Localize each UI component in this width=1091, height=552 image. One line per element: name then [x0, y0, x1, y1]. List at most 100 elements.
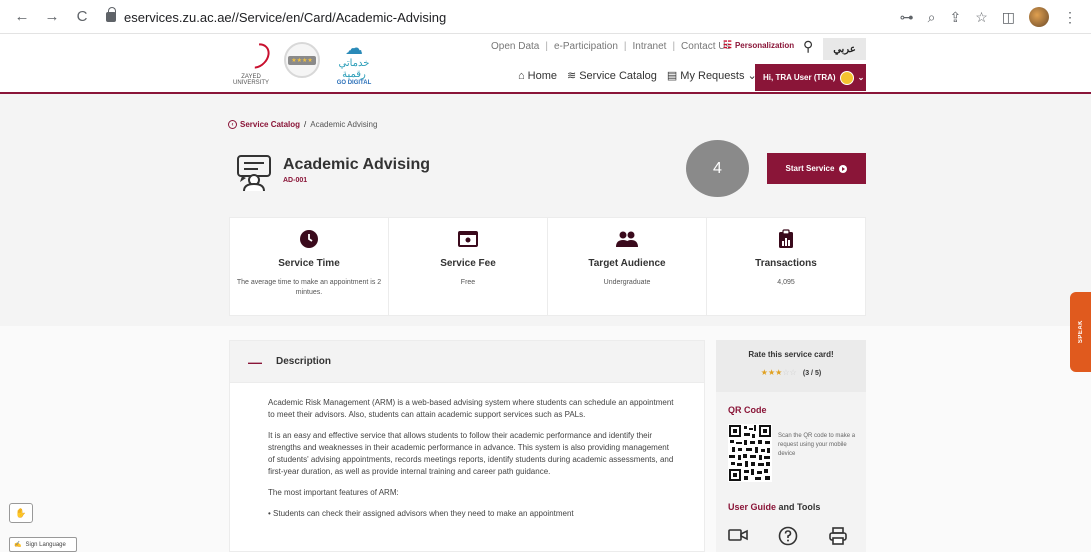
stat-service-fee: Service Fee Free	[389, 218, 548, 315]
print-icon[interactable]	[828, 526, 848, 546]
guide-title: User Guide and Tools	[728, 502, 820, 512]
link-e-participation[interactable]: e-Participation	[554, 41, 618, 52]
guide-tools	[728, 526, 848, 546]
service-sidebar: Rate this service card! ★★★☆☆ (3 / 5) QR…	[716, 340, 866, 552]
link-intranet[interactable]: Intranet	[633, 41, 667, 52]
clock-icon	[230, 228, 388, 250]
start-service-button[interactable]: Start Service	[767, 153, 866, 184]
stat-service-time: Service Time The average time to make an…	[230, 218, 389, 315]
separator: |	[623, 41, 627, 52]
video-icon[interactable]	[728, 526, 748, 544]
start-service-label: Start Service	[785, 164, 835, 173]
go-digital-english: GO DIGITAL	[336, 80, 372, 86]
separator: |	[672, 41, 676, 52]
profile-avatar[interactable]	[1029, 7, 1049, 27]
description-body: Academic Risk Management (ARM) is a web-…	[230, 383, 704, 520]
top-links: Open Data | e-Participation | Intranet |…	[491, 41, 731, 52]
stars-icon: ★★★★	[288, 55, 316, 65]
description-heading: Description	[276, 356, 332, 367]
home-icon: ⌂	[518, 69, 525, 82]
nav-my-requests[interactable]: ▤ My Requests ⌄	[666, 69, 757, 83]
back-icon[interactable]: ←	[14, 8, 30, 25]
accessibility-logo-icon[interactable]: ✋	[9, 503, 33, 523]
sign-language-button[interactable]: ✍ Sign Language	[9, 537, 77, 552]
zu-logo[interactable]: ZAYED UNIVERSITY	[228, 38, 275, 88]
page-title: Academic Advising	[283, 156, 431, 173]
breadcrumb-service-catalog[interactable]: ‹ Service Catalog	[228, 120, 300, 129]
go-digital-arabic: خدماتي رقمية	[338, 58, 370, 80]
arrow-left-icon: ‹	[228, 120, 237, 129]
star-empty-icon[interactable]: ☆	[789, 368, 796, 377]
reload-icon[interactable]: C	[74, 8, 90, 25]
language-toggle-button[interactable]: عربي	[823, 38, 866, 60]
description-header[interactable]: — Description	[230, 341, 704, 383]
breadcrumb: ‹ Service Catalog / Academic Advising	[228, 120, 377, 129]
rating-title: Rate this service card!	[748, 350, 834, 359]
clipboard-chart-icon	[707, 228, 865, 250]
breadcrumb-back-label: Service Catalog	[240, 120, 301, 129]
link-open-data[interactable]: Open Data	[491, 41, 539, 52]
hand-icon: ✍	[14, 542, 22, 548]
key-icon[interactable]: ⊶	[900, 9, 914, 26]
stat-transactions: Transactions 4,095	[707, 218, 865, 315]
star-filled-icon[interactable]: ★	[761, 368, 768, 377]
collapse-icon[interactable]: —	[248, 354, 262, 370]
stars-rating-logo: ★★★★	[284, 42, 320, 78]
zoom-icon[interactable]: ⌕	[928, 9, 936, 26]
sidepanel-icon[interactable]: ◫	[1002, 9, 1015, 26]
guide-title-b: and Tools	[778, 502, 821, 512]
nav-home[interactable]: ⌂ Home	[518, 70, 557, 82]
stat-target-audience: Target Audience Undergraduate	[548, 218, 707, 315]
search-icon[interactable]: ⚲	[803, 38, 813, 55]
qr-code-image	[728, 424, 772, 482]
user-avatar-icon	[839, 70, 854, 85]
breadcrumb-separator: /	[304, 120, 307, 129]
rating-stars[interactable]: ★★★☆☆ (3 / 5)	[716, 368, 866, 377]
help-icon[interactable]	[778, 526, 798, 546]
stat-label: Service Fee	[440, 258, 496, 269]
guide-title-a: User Guide	[728, 502, 777, 512]
stat-label: Service Time	[278, 258, 340, 269]
speak-label: SPEAK	[1077, 320, 1084, 344]
separator: |	[545, 41, 548, 52]
money-icon	[389, 228, 547, 250]
step-badge: 4	[686, 140, 749, 197]
url-text: eservices.zu.ac.ae//Service/en/Card/Acad…	[124, 9, 447, 25]
zu-logo-mark	[239, 38, 275, 74]
sign-language-label: Sign Language	[25, 541, 66, 548]
forward-icon[interactable]: →	[44, 8, 60, 25]
stat-value: The average time to make an appointment …	[236, 279, 382, 296]
star-icon[interactable]: ☆	[975, 9, 988, 26]
share-icon[interactable]: ⇪	[949, 9, 961, 26]
breadcrumb-current: Academic Advising	[310, 120, 378, 129]
stat-label: Transactions	[755, 258, 817, 269]
chevron-down-icon: ⌄	[857, 73, 865, 82]
browser-nav: ← → C	[14, 8, 90, 25]
stat-value: 4,095	[777, 279, 795, 286]
users-icon	[548, 228, 706, 250]
personalization-button[interactable]: ☷ Personalization	[723, 40, 794, 51]
nav-my-requests-label: My Requests	[680, 69, 745, 82]
browser-tools: ⊶ ⌕ ⇪ ☆ ◫ ⋮	[900, 7, 1077, 27]
service-code: AD-001	[283, 177, 308, 184]
qr-description: Scan the QR code to make a request using…	[778, 433, 856, 457]
user-menu-button[interactable]: Hi, TRA User (TRA) ⌄	[755, 64, 866, 91]
address-bar[interactable]: eservices.zu.ac.ae//Service/en/Card/Acad…	[106, 6, 876, 28]
catalog-icon: ≋	[567, 70, 577, 82]
zu-logo-text: ZAYED UNIVERSITY	[232, 74, 269, 86]
description-paragraph: The most important features of ARM:	[268, 488, 399, 497]
site-header: ZAYED UNIVERSITY ★★★★ ☁ خدماتي رقمية GO …	[0, 34, 1091, 94]
main-nav: ⌂ Home ≋ Service Catalog ▤ My Requests ⌄	[518, 69, 757, 83]
nav-service-catalog[interactable]: ≋ Service Catalog	[567, 69, 657, 83]
browser-toolbar: ← → C eservices.zu.ac.ae//Service/en/Car…	[0, 0, 1091, 34]
description-paragraph: It is an easy and effective service that…	[268, 431, 674, 476]
user-name: Hi, TRA User (TRA)	[763, 73, 836, 82]
personalization-label: Personalization	[734, 41, 795, 50]
play-icon	[839, 164, 848, 173]
nav-home-label: Home	[527, 69, 557, 82]
speak-button[interactable]: SPEAK	[1070, 292, 1091, 372]
requests-icon: ▤	[666, 70, 678, 82]
service-stats: Service Time The average time to make an…	[229, 217, 866, 316]
menu-icon[interactable]: ⋮	[1063, 9, 1077, 26]
sliders-icon: ☷	[723, 40, 732, 51]
